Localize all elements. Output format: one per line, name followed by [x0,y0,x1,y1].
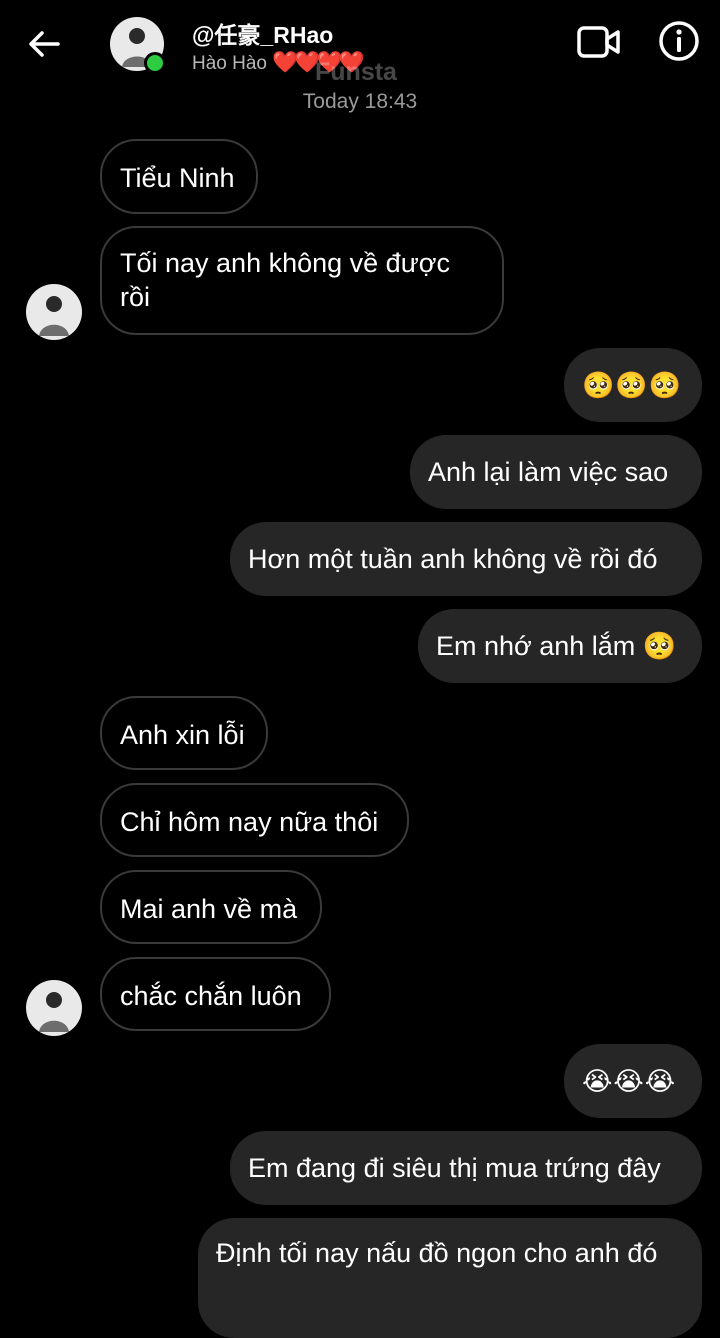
avatar [26,980,82,1036]
message-bubble-incoming[interactable]: Anh xin lỗi [100,696,268,770]
message-bubble-incoming[interactable]: Chỉ hôm nay nữa thôi [100,783,409,857]
video-call-icon [577,26,620,58]
message-timestamp: Today 18:43 [302,90,418,113]
message-bubble-outgoing[interactable]: Em nhớ anh lắm 🥺 [418,609,702,683]
message-bubble-incoming[interactable]: Mai anh về mà [100,870,322,944]
sender-avatar[interactable] [26,284,82,340]
back-arrow-icon [29,31,60,57]
message-bubble-outgoing[interactable]: Hơn một tuần anh không về rồi đó [230,522,702,596]
contact-name[interactable]: @任豪_RHao [192,16,333,50]
message-bubble-outgoing[interactable]: Anh lại làm việc sao [410,435,702,509]
message-bubble-outgoing[interactable]: Em đang đi siêu thị mua trứng đây [230,1131,702,1205]
info-icon [659,21,699,61]
message-bubble-incoming[interactable]: Tiểu Ninh [100,139,258,214]
contact-nickname: Hào Hào [192,53,267,74]
sender-avatar[interactable] [26,980,82,1036]
back-button[interactable] [22,22,66,66]
message-bubble-incoming[interactable]: Tối nay anh không về được rồi [100,226,504,335]
avatar [26,284,82,340]
message-bubble-outgoing[interactable]: Định tối nay nấu đồ ngon cho anh đó [198,1218,702,1338]
message-bubble-incoming[interactable]: chắc chắn luôn [100,957,331,1031]
online-status-indicator [144,52,166,74]
message-bubble-outgoing[interactable]: 😭😭😭 [564,1044,702,1118]
chat-header: @任豪_RHao Hào Hào ❤️❤️❤️❤️ Funsta [0,0,720,90]
message-bubble-outgoing[interactable]: 🥺🥺🥺 [564,348,702,422]
info-button[interactable] [656,18,702,64]
video-call-button[interactable] [574,20,624,64]
app-watermark: Funsta [315,58,397,86]
